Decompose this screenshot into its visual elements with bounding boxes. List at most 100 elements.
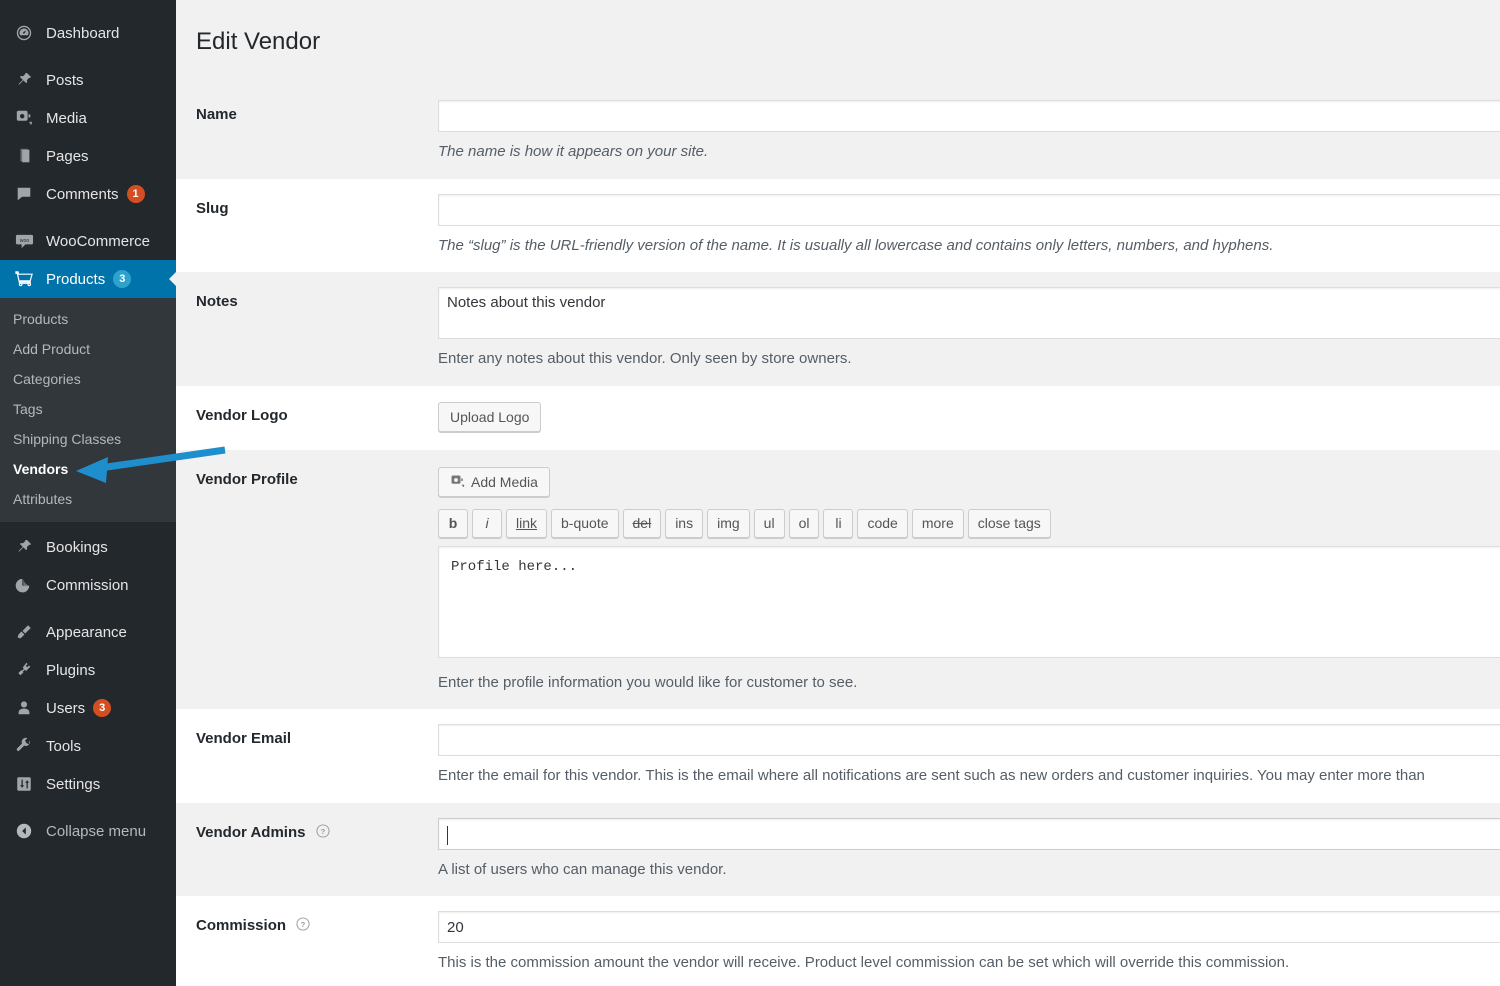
comments-count-badge: 1 — [126, 185, 145, 203]
qt-li-button[interactable]: li — [823, 508, 854, 538]
vendor-form: Name The name is how it appears on your … — [176, 85, 1500, 986]
sidebar-subitem-add-product[interactable]: Add Product — [0, 334, 176, 364]
qt-ul-button[interactable]: ul — [753, 508, 785, 538]
help-icon[interactable]: ? — [315, 823, 331, 839]
vendor-profile-editor[interactable]: Profile here... — [438, 545, 1500, 658]
notes-description: Enter any notes about this vendor. Only … — [438, 350, 852, 368]
qt-close-tags-button[interactable]: close tags — [967, 508, 1051, 538]
vendor-admins-input[interactable] — [438, 817, 1500, 850]
qt-ins-button[interactable]: ins — [665, 508, 704, 538]
add-media-label: Add Media — [471, 473, 538, 490]
sidebar-item-settings[interactable]: Settings — [0, 765, 176, 803]
qt-del-button[interactable]: del — [622, 508, 662, 538]
form-row-vendor-profile: Vendor Profile Add Media b i link b-quot… — [176, 450, 1500, 710]
qt-code-button[interactable]: code — [857, 508, 908, 538]
pages-icon — [13, 146, 35, 166]
pie-chart-icon — [13, 575, 35, 595]
user-icon — [13, 698, 35, 718]
paintbrush-icon — [13, 622, 35, 642]
sidebar-item-tools[interactable]: Tools — [0, 727, 176, 765]
add-media-button[interactable]: Add Media — [438, 466, 550, 497]
qt-bquote-button[interactable]: b-quote — [551, 508, 619, 538]
form-row-vendor-email: Vendor Email Enter the email for this ve… — [176, 709, 1500, 803]
sidebar-subitem-attributes[interactable]: Attributes — [0, 484, 176, 514]
sidebar-item-label: Commission — [46, 576, 129, 594]
help-icon[interactable]: ? — [295, 916, 311, 932]
vendor-admins-label-text: Vendor Admins — [196, 823, 306, 841]
products-count-badge: 3 — [113, 270, 132, 288]
form-row-vendor-logo: Vendor Logo Upload Logo — [176, 385, 1500, 450]
sidebar-item-bookings[interactable]: Bookings — [0, 528, 176, 566]
pin-icon — [13, 537, 35, 557]
settings-icon — [13, 774, 35, 794]
vendor-admins-description: A list of users who can manage this vend… — [438, 860, 727, 878]
name-input[interactable] — [438, 100, 1500, 133]
commission-label-text: Commission — [196, 917, 287, 935]
notes-label: Notes — [196, 293, 238, 311]
sidebar-item-label: Pages — [46, 147, 89, 165]
vendor-profile-label: Vendor Profile — [196, 470, 298, 488]
products-submenu: Products Add Product Categories Tags Shi… — [0, 298, 176, 522]
admin-sidebar: Dashboard Posts Media Pages Comments 1 w… — [0, 0, 176, 986]
cart-icon — [13, 269, 35, 289]
dashboard-icon — [13, 23, 35, 43]
vendor-email-input[interactable] — [438, 724, 1500, 757]
sidebar-item-dashboard[interactable]: Dashboard — [0, 14, 176, 52]
sidebar-item-label: Posts — [46, 71, 84, 89]
sidebar-item-woocommerce[interactable]: woo WooCommerce — [0, 222, 176, 260]
vendor-admins-label: Vendor Admins ? — [176, 803, 438, 897]
form-row-commission: Commission ? This is the commission amou… — [176, 896, 1500, 986]
sidebar-item-posts[interactable]: Posts — [0, 61, 176, 99]
sidebar-subitem-shipping-classes[interactable]: Shipping Classes — [0, 424, 176, 454]
pin-icon — [13, 70, 35, 90]
sidebar-item-label: Products — [46, 270, 106, 288]
qt-ol-button[interactable]: ol — [788, 508, 820, 538]
qt-img-button[interactable]: img — [707, 508, 750, 538]
sidebar-item-users[interactable]: Users 3 — [0, 689, 176, 727]
qt-italic-button[interactable]: i — [472, 508, 502, 538]
media-icon — [13, 108, 35, 128]
qt-link-button[interactable]: link — [506, 508, 548, 538]
sidebar-item-label: Bookings — [46, 538, 108, 556]
notes-textarea[interactable]: Notes about this vendor — [438, 287, 1500, 340]
users-count-badge: 3 — [93, 699, 112, 717]
sidebar-item-appearance[interactable]: Appearance — [0, 613, 176, 651]
sidebar-item-comments[interactable]: Comments 1 — [0, 175, 176, 213]
form-row-vendor-admins: Vendor Admins ? A list of users who can … — [176, 803, 1500, 897]
svg-text:woo: woo — [19, 237, 29, 243]
collapse-menu-button[interactable]: Collapse menu — [0, 812, 176, 850]
sidebar-subitem-products[interactable]: Products — [0, 304, 176, 334]
sidebar-subitem-vendors[interactable]: Vendors — [0, 454, 176, 484]
sidebar-item-label: WooCommerce — [46, 232, 150, 250]
media-icon — [450, 474, 465, 489]
slug-description: The “slug” is the URL-friendly version o… — [438, 236, 1274, 254]
form-row-notes: Notes Notes about this vendor Enter any … — [176, 272, 1500, 386]
sidebar-item-label: Dashboard — [46, 24, 120, 42]
name-label: Name — [196, 106, 237, 124]
sidebar-item-label: Appearance — [46, 623, 127, 641]
qt-bold-button[interactable]: b — [438, 508, 468, 538]
sidebar-item-label: Media — [46, 109, 87, 127]
sidebar-item-label: Plugins — [46, 661, 96, 679]
wrench-icon — [13, 736, 35, 756]
sidebar-item-media[interactable]: Media — [0, 99, 176, 137]
qt-more-button[interactable]: more — [911, 508, 964, 538]
slug-input[interactable] — [438, 193, 1500, 226]
woocommerce-icon: woo — [13, 231, 35, 251]
sidebar-item-commission[interactable]: Commission — [0, 566, 176, 604]
sidebar-subitem-categories[interactable]: Categories — [0, 364, 176, 394]
sidebar-subitem-tags[interactable]: Tags — [0, 394, 176, 424]
commission-label: Commission ? — [176, 896, 438, 986]
slug-label: Slug — [196, 199, 229, 217]
quicktags-toolbar: b i link b-quote del ins img ul ol li co… — [438, 508, 1500, 538]
commission-input[interactable] — [438, 911, 1500, 944]
svg-text:?: ? — [301, 920, 306, 929]
sidebar-item-pages[interactable]: Pages — [0, 137, 176, 175]
sidebar-item-products[interactable]: Products 3 — [0, 260, 176, 298]
upload-logo-button[interactable]: Upload Logo — [438, 401, 542, 432]
plug-icon — [13, 660, 35, 680]
text-caret — [447, 825, 448, 845]
comment-icon — [13, 184, 35, 204]
name-description: The name is how it appears on your site. — [438, 143, 709, 161]
sidebar-item-plugins[interactable]: Plugins — [0, 651, 176, 689]
